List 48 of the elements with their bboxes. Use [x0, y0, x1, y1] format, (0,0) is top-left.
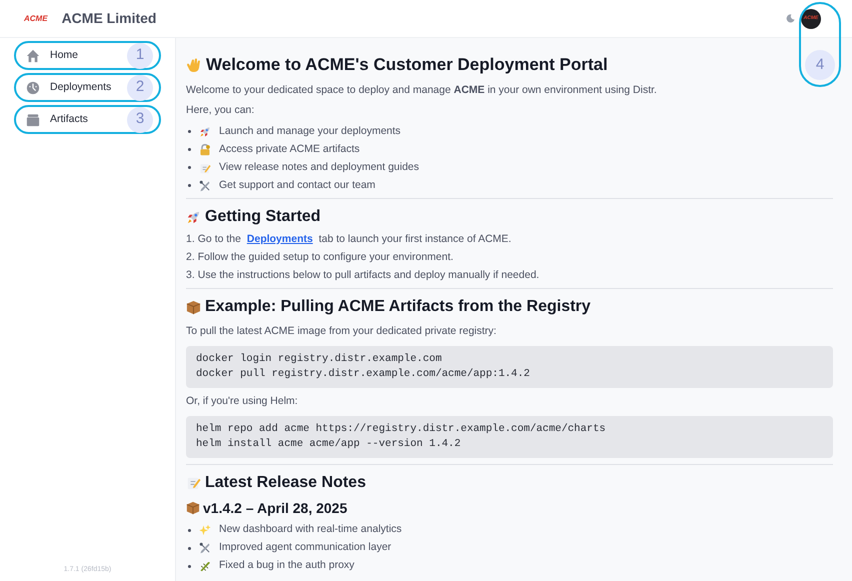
page-heading: Welcome to ACME's Customer Deployment Portal	[206, 54, 608, 76]
nav-item[interactable]: Home 1	[14, 41, 161, 70]
moon-icon	[786, 14, 795, 23]
list-item-text: New dashboard with real-time analytics	[219, 522, 402, 538]
list-item-text: Follow the guided setup to configure your environment.	[198, 250, 454, 265]
logo: ACME	[24, 12, 48, 24]
list-item-text: Fixed a bug in the auth proxy	[219, 558, 354, 574]
paragraph: Or, if you're using Helm:	[186, 394, 299, 409]
sparkles-icon	[199, 524, 211, 536]
list-item-text: View release notes and deployment guides	[219, 160, 420, 175]
code-block: helm repo add acme https://registry.distr.example.com/acme/charts helm install acme acme/app --version 1.4.2	[186, 416, 833, 458]
memo-icon	[199, 162, 211, 174]
paragraph: Here, you can:	[186, 103, 256, 118]
section-heading: Latest Release Notes	[205, 472, 366, 492]
package-icon	[186, 300, 201, 314]
lock-icon	[199, 144, 211, 156]
section-heading: Example: Pulling ACME Artifacts from the Registry	[205, 297, 591, 317]
memo-icon	[186, 475, 201, 490]
list-number: 1.	[186, 232, 195, 247]
rocket-icon	[199, 126, 211, 138]
tools-icon	[199, 542, 211, 554]
waving-hand-icon	[186, 56, 202, 73]
section-heading: Getting Started	[205, 207, 321, 227]
rocket-icon	[186, 210, 201, 224]
list-number: 2.	[186, 250, 195, 265]
nav-item[interactable]: Artifacts 3	[14, 105, 161, 134]
paragraph: Welcome to your dedicated space to deploy and manage ACME in your own environment using Distr.	[186, 82, 658, 98]
list-item-text: Improved agent communication layer	[219, 540, 392, 556]
list-item-text: Use the instructions below to pull artifacts and deploy manually if needed.	[198, 268, 540, 283]
home-icon	[26, 48, 40, 62]
list-number: 3.	[186, 268, 195, 283]
nav-item[interactable]: Deployments 2	[14, 73, 161, 102]
number-marker: 3	[127, 106, 153, 132]
list-item-text: Launch and manage your deployments	[219, 124, 401, 139]
list-item-text: tab to launch your first instance of ACME.	[318, 232, 512, 247]
list-item-text: Go to the	[198, 232, 242, 247]
number-marker: 1	[127, 42, 153, 68]
deployments-link[interactable]: Deployments	[246, 232, 313, 248]
code-block: docker login registry.distr.example.com docker pull registry.distr.example.com/acme/app:1.4.2	[186, 346, 833, 388]
package-icon	[186, 501, 200, 515]
paragraph: To pull the latest ACME image from your dedicated private registry:	[186, 324, 498, 339]
box-icon	[26, 112, 40, 126]
number-marker: 2	[127, 74, 153, 100]
app-title: ACME Limited	[62, 9, 156, 28]
list-item-text: Access private ACME artifacts	[219, 142, 360, 157]
list-item-text: Get support and contact our team	[219, 178, 376, 193]
release-heading: v1.4.2 – April 28, 2025	[203, 498, 348, 518]
tools-icon	[199, 180, 211, 192]
